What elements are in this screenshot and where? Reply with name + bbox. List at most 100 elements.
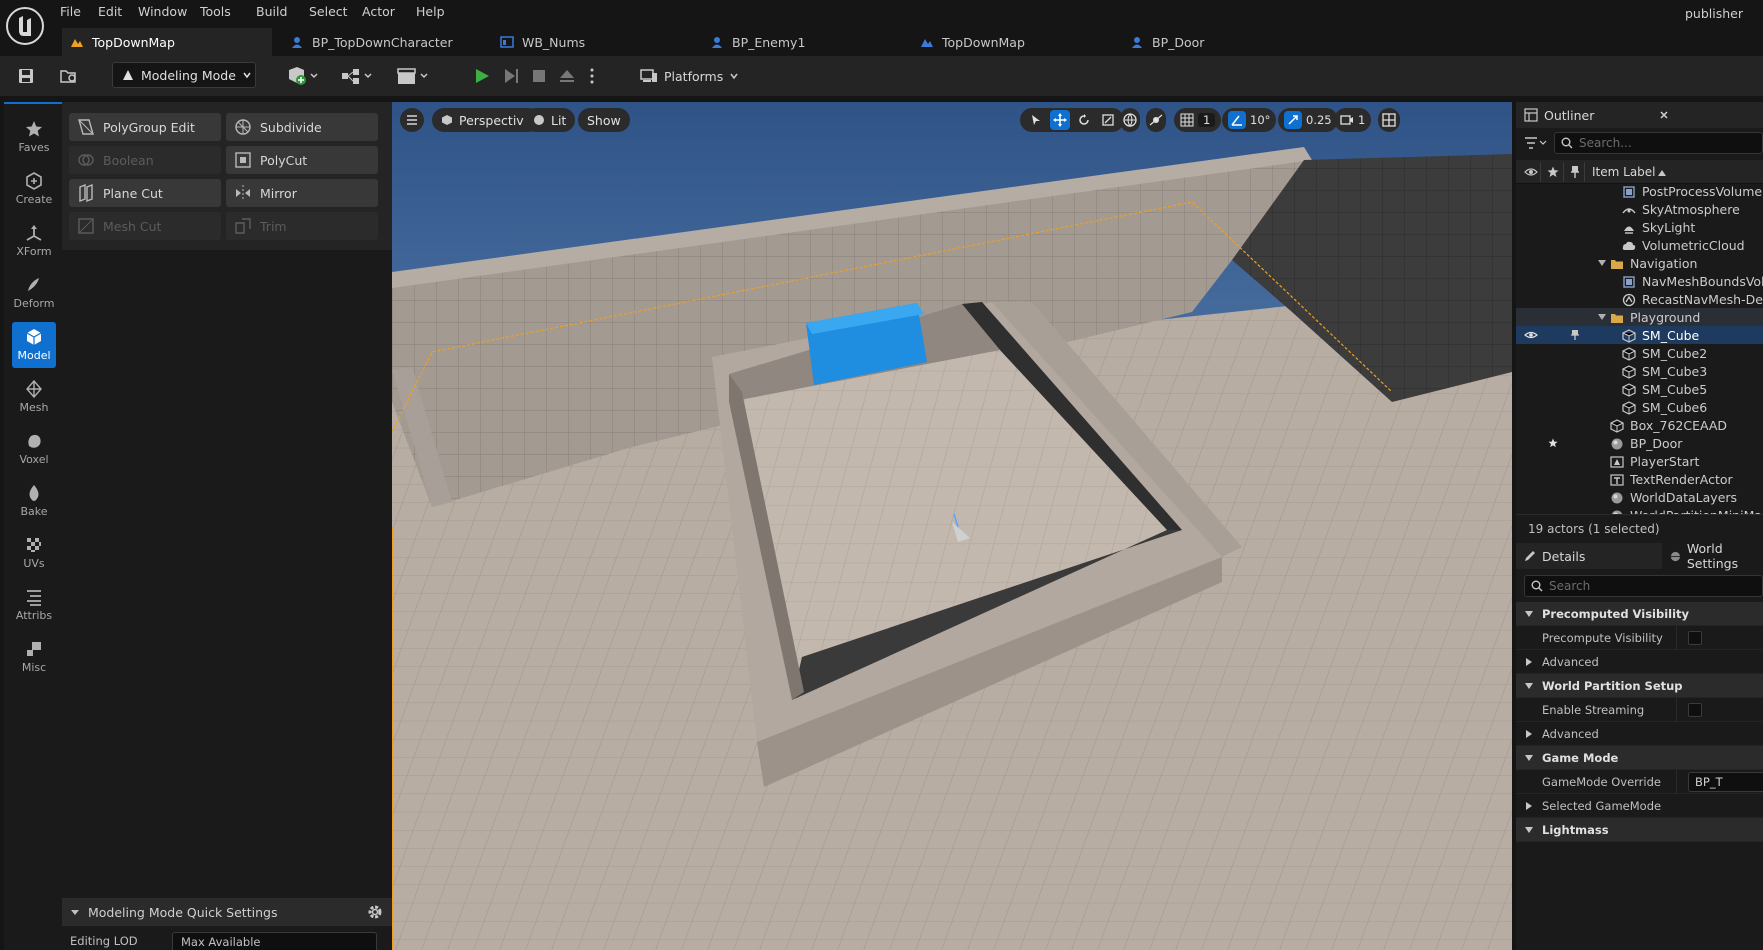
outliner-actor-row[interactable]: WorldDataLayers [1516, 488, 1763, 506]
details-property-row[interactable]: Precompute Visibility [1516, 626, 1763, 650]
property-checkbox[interactable] [1688, 703, 1702, 717]
outliner-actor-row[interactable]: VolumetricCloud [1516, 236, 1763, 254]
outliner-folder-row[interactable]: Navigation [1516, 254, 1763, 272]
favorite-star-icon[interactable] [1547, 166, 1559, 178]
camera-speed-group[interactable]: 1 [1334, 108, 1372, 132]
surface-snapping-button[interactable] [1146, 108, 1166, 132]
details-property-row[interactable]: Advanced [1516, 650, 1763, 674]
translate-mode-button[interactable] [1050, 110, 1070, 130]
outliner-actor-row[interactable]: PostProcessVolume [1516, 184, 1763, 200]
cinematics-button[interactable] [394, 64, 434, 88]
browse-content-button[interactable] [56, 64, 82, 88]
details-section-header[interactable]: World Partition Setup [1516, 674, 1763, 698]
menu-select[interactable]: Select [309, 4, 348, 19]
mode-dropdown[interactable]: Modeling Mode [112, 62, 256, 88]
viewport-options-button[interactable] [400, 108, 424, 132]
tool-subdivide[interactable]: Subdivide [226, 113, 378, 141]
outliner-actor-row[interactable]: SM_Cube3 [1516, 362, 1763, 380]
tab-bp-door[interactable]: BP_Door [1122, 28, 1322, 56]
property-checkbox[interactable] [1688, 631, 1702, 645]
blueprints-button[interactable] [338, 64, 378, 88]
category-deform[interactable]: Deform [12, 270, 56, 316]
outliner-actor-row[interactable]: BP_Door [1516, 434, 1763, 452]
rotation-snap-group[interactable]: 10° [1222, 108, 1277, 132]
outliner-filter-button[interactable] [1524, 136, 1548, 150]
level-viewport[interactable]: Perspective Lit Show 1 10° 0.25 1 [392, 102, 1512, 950]
details-section-header[interactable]: Game Mode [1516, 746, 1763, 770]
viewport-scene[interactable] [392, 102, 1512, 950]
tool-polycut[interactable]: PolyCut [226, 146, 378, 174]
unreal-logo-icon[interactable] [5, 6, 45, 46]
menu-window[interactable]: Window [138, 4, 187, 19]
outliner-actor-row[interactable]: SM_Cube6 [1516, 398, 1763, 416]
outliner-actor-row[interactable]: RecastNavMesh-Default [1516, 290, 1763, 308]
tool-trim[interactable]: Trim [226, 212, 378, 240]
tab-wb-nums[interactable]: WB_Nums [492, 28, 692, 56]
menu-edit[interactable]: Edit [98, 4, 122, 19]
editing-lod-select[interactable]: Max Available [172, 932, 377, 950]
pin-icon[interactable] [1570, 165, 1580, 179]
outliner-folder-row[interactable]: Playground [1516, 308, 1763, 326]
category-uvs[interactable]: UVs [12, 530, 56, 576]
tab-topdownmap-2[interactable]: TopDownMap [912, 28, 1112, 56]
tab-bp-enemy1[interactable]: BP_Enemy1 [702, 28, 902, 56]
category-faves[interactable]: Faves [12, 114, 56, 160]
play-options-button[interactable] [584, 64, 600, 88]
scale-snap-group[interactable]: 0.25 [1278, 108, 1338, 132]
menu-actor[interactable]: Actor [362, 4, 395, 19]
tool-mirror[interactable]: Mirror [226, 179, 378, 207]
category-model[interactable]: Model [12, 322, 56, 368]
scale-mode-button[interactable] [1098, 110, 1118, 130]
menu-file[interactable]: File [60, 4, 81, 19]
outliner-actor-row[interactable]: SkyAtmosphere [1516, 200, 1763, 218]
select-mode-button[interactable] [1026, 110, 1046, 130]
details-section-header[interactable]: Precomputed Visibility [1516, 602, 1763, 626]
outliner-actor-row[interactable]: SM_Cube [1516, 326, 1763, 344]
category-misc[interactable]: Misc [12, 634, 56, 680]
tool-boolean[interactable]: Boolean [69, 146, 221, 174]
tab-topdownmap[interactable]: TopDownMap [62, 28, 272, 56]
details-property-row[interactable]: GameMode Override BP_T [1516, 770, 1763, 794]
view-mode-dropdown[interactable]: Lit [524, 108, 576, 132]
favorite-star-icon[interactable] [1548, 438, 1558, 448]
expand-caret-icon[interactable] [1598, 314, 1606, 320]
category-bake[interactable]: Bake [12, 478, 56, 524]
tool-plane-cut[interactable]: Plane Cut [69, 179, 221, 207]
eject-button[interactable] [556, 64, 578, 88]
menu-build[interactable]: Build [256, 4, 287, 19]
scale-snap-toggle[interactable] [1284, 111, 1302, 129]
add-actor-button[interactable] [284, 64, 324, 88]
details-section-header[interactable]: Lightmass [1516, 818, 1763, 842]
menu-help[interactable]: Help [416, 4, 445, 19]
sort-ascending-icon[interactable] [1658, 170, 1666, 176]
category-voxel[interactable]: Voxel [12, 426, 56, 472]
expand-caret-icon[interactable] [1598, 260, 1606, 266]
menu-tools[interactable]: Tools [200, 4, 231, 19]
stop-button[interactable] [528, 64, 550, 88]
visibility-eye-icon[interactable] [1524, 166, 1538, 178]
category-mesh[interactable]: Mesh [12, 374, 56, 420]
details-property-row[interactable]: Selected GameMode [1516, 794, 1763, 818]
category-create[interactable]: Create [12, 166, 56, 212]
world-settings-tab[interactable]: World Settings [1662, 541, 1763, 571]
outliner-actor-row[interactable]: Box_762CEAAD [1516, 416, 1763, 434]
outliner-actor-row[interactable]: SM_Cube5 [1516, 380, 1763, 398]
viewport-layout-button[interactable] [1378, 108, 1400, 132]
advance-frame-button[interactable] [500, 64, 522, 88]
outliner-actor-row[interactable]: NavMeshBoundsVolume [1516, 272, 1763, 290]
outliner-actor-row[interactable]: SM_Cube2 [1516, 344, 1763, 362]
modeling-quick-settings-header[interactable]: Modeling Mode Quick Settings [62, 898, 392, 926]
outliner-actor-row[interactable]: PlayerStart [1516, 452, 1763, 470]
outliner-actor-row[interactable]: TextRenderActor [1516, 470, 1763, 488]
tab-bp-topdowncharacter[interactable]: BP_TopDownCharacter [282, 28, 482, 56]
outliner-actor-row[interactable]: SkyLight [1516, 218, 1763, 236]
close-icon[interactable] [1659, 110, 1669, 120]
rotation-snap-toggle[interactable] [1228, 111, 1246, 129]
outliner-search-input[interactable]: Search... [1554, 132, 1763, 154]
details-property-row[interactable]: Enable Streaming [1516, 698, 1763, 722]
category-xform[interactable]: XForm [12, 218, 56, 264]
details-tab[interactable]: Details World Settings [1516, 541, 1763, 571]
details-search-input[interactable]: Search [1524, 575, 1763, 597]
tool-polygroup-edit[interactable]: PolyGroup Edit [69, 113, 221, 141]
details-property-row[interactable]: Advanced [1516, 722, 1763, 746]
